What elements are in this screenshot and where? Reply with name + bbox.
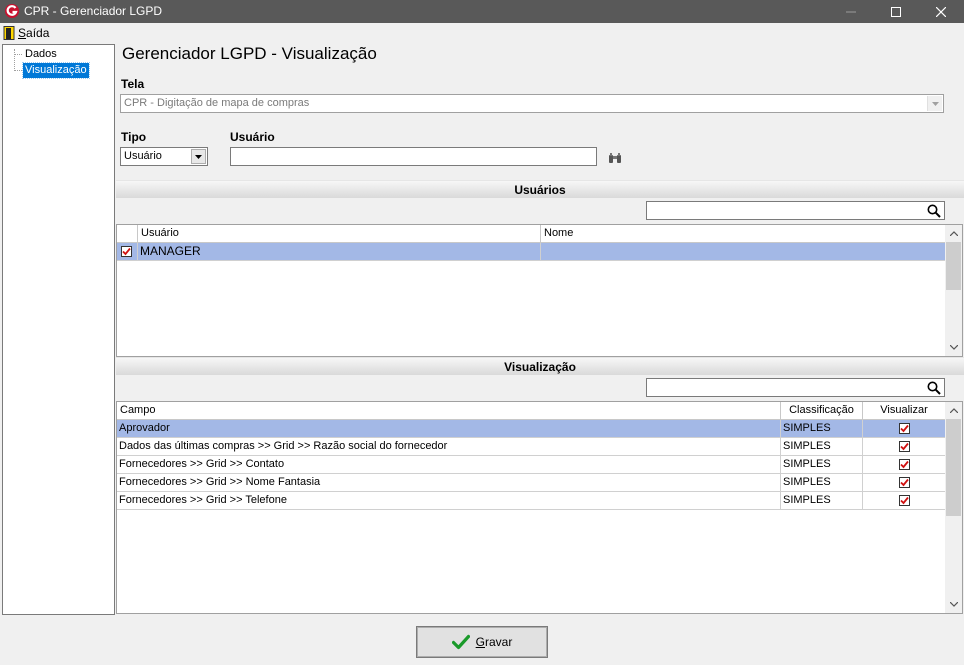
visualizacao-grid[interactable]: Campo Classificação Visualizar Aprovador… bbox=[116, 401, 963, 614]
table-row[interactable]: Aprovador SIMPLES bbox=[117, 420, 946, 438]
checkmark-icon bbox=[899, 460, 909, 469]
close-button[interactable] bbox=[918, 0, 964, 23]
cell-visualizar[interactable] bbox=[863, 474, 946, 492]
visualizacao-search-input[interactable] bbox=[646, 378, 945, 397]
checkmark-icon bbox=[899, 424, 909, 433]
cell-usuario: MANAGER bbox=[138, 243, 541, 261]
scroll-thumb[interactable] bbox=[946, 242, 961, 290]
window-title: CPR - Gerenciador LGPD bbox=[24, 4, 163, 18]
chevron-down-icon bbox=[931, 101, 939, 106]
tipo-select[interactable]: Usuário bbox=[120, 147, 208, 166]
cell-campo: Dados das últimas compras >> Grid >> Raz… bbox=[117, 438, 781, 456]
column-header-nome[interactable]: Nome bbox=[541, 225, 946, 243]
visualizar-checkbox[interactable] bbox=[898, 477, 910, 488]
usuarios-search-input[interactable] bbox=[646, 201, 945, 220]
cell-visualizar[interactable] bbox=[863, 438, 946, 456]
scroll-thumb[interactable] bbox=[946, 419, 961, 516]
tela-select-value: CPR - Digitação de mapa de compras bbox=[124, 97, 310, 109]
binoculars-search-icon[interactable] bbox=[608, 152, 622, 164]
close-icon bbox=[936, 6, 946, 17]
tree-item-dados[interactable]: Dados bbox=[23, 47, 59, 62]
menu-saida-label: Saída bbox=[18, 26, 50, 40]
tree-connector bbox=[14, 49, 15, 71]
table-row[interactable]: Fornecedores >> Grid >> Contato SIMPLES bbox=[117, 456, 946, 474]
tipo-label: Tipo bbox=[121, 130, 147, 144]
checkmark-icon bbox=[899, 496, 909, 505]
app-logo-icon bbox=[5, 4, 19, 18]
cell-classificacao: SIMPLES bbox=[781, 492, 863, 510]
chevron-down-icon bbox=[949, 345, 958, 350]
cell-visualizar[interactable] bbox=[863, 492, 946, 510]
table-row[interactable]: Fornecedores >> Grid >> Nome Fantasia SIM… bbox=[117, 474, 946, 492]
usuarios-section-header: Usuários bbox=[116, 180, 964, 198]
checkmark-icon bbox=[899, 442, 909, 451]
cell-classificacao: SIMPLES bbox=[781, 420, 863, 438]
tipo-select-value: Usuário bbox=[124, 150, 162, 162]
cell-classificacao: SIMPLES bbox=[781, 474, 863, 492]
minimize-button[interactable] bbox=[828, 0, 874, 23]
navigation-tree: Dados Visualização bbox=[2, 44, 115, 615]
usuarios-grid[interactable]: Usuário Nome MANAGER bbox=[116, 224, 963, 357]
checkmark-icon bbox=[899, 478, 909, 487]
menu-saida[interactable]: Saída bbox=[3, 25, 49, 41]
menu-bar: Saída bbox=[0, 23, 964, 43]
cell-nome bbox=[541, 243, 946, 261]
tree-connector bbox=[14, 70, 22, 71]
save-button[interactable]: Gravar bbox=[416, 626, 548, 658]
cell-campo: Fornecedores >> Grid >> Contato bbox=[117, 456, 781, 474]
save-button-label: Gravar bbox=[475, 635, 513, 649]
chevron-down-icon bbox=[195, 154, 202, 159]
minimize-icon bbox=[846, 11, 856, 12]
scroll-down-button[interactable] bbox=[945, 596, 962, 613]
visualizar-checkbox[interactable] bbox=[898, 423, 910, 434]
search-icon[interactable] bbox=[927, 204, 941, 218]
chevron-up-icon bbox=[949, 408, 958, 413]
row-checkbox[interactable] bbox=[121, 246, 132, 257]
visualizar-checkbox[interactable] bbox=[898, 459, 910, 470]
cell-campo: Fornecedores >> Grid >> Nome Fantasia bbox=[117, 474, 781, 492]
column-header-campo[interactable]: Campo bbox=[117, 402, 781, 420]
search-icon[interactable] bbox=[927, 381, 941, 395]
checkmark-icon bbox=[451, 634, 470, 650]
tela-select[interactable]: CPR - Digitação de mapa de compras bbox=[120, 94, 944, 113]
tipo-dropdown-button[interactable] bbox=[191, 149, 206, 164]
column-header-visualizar[interactable]: Visualizar bbox=[863, 402, 946, 420]
chevron-up-icon bbox=[949, 231, 958, 236]
table-row[interactable]: Fornecedores >> Grid >> Telefone SIMPLES bbox=[117, 492, 946, 510]
cell-visualizar[interactable] bbox=[863, 456, 946, 474]
cell-campo: Aprovador bbox=[117, 420, 781, 438]
usuario-label: Usuário bbox=[230, 130, 275, 144]
column-header-usuario[interactable]: Usuário bbox=[138, 225, 541, 243]
usuario-input[interactable] bbox=[230, 147, 597, 166]
title-bar: CPR - Gerenciador LGPD bbox=[0, 0, 964, 23]
column-header-check bbox=[117, 225, 138, 243]
cell-classificacao: SIMPLES bbox=[781, 456, 863, 474]
tree-connector bbox=[14, 54, 22, 55]
visualizacao-scrollbar[interactable] bbox=[945, 402, 962, 613]
visualizacao-section-header: Visualização bbox=[116, 357, 964, 375]
chevron-down-icon bbox=[949, 602, 958, 607]
table-row[interactable]: MANAGER bbox=[117, 243, 946, 261]
cell-visualizar[interactable] bbox=[863, 420, 946, 438]
tree-item-visualizacao[interactable]: Visualização bbox=[22, 62, 90, 79]
maximize-button[interactable] bbox=[873, 0, 919, 23]
scroll-down-button[interactable] bbox=[945, 339, 962, 356]
visualizar-checkbox[interactable] bbox=[898, 441, 910, 452]
page-title: Gerenciador LGPD - Visualização bbox=[122, 44, 377, 63]
tela-dropdown-button[interactable] bbox=[927, 96, 942, 111]
column-header-classificacao[interactable]: Classificação bbox=[781, 402, 863, 420]
usuarios-scrollbar[interactable] bbox=[945, 225, 962, 356]
table-row[interactable]: Dados das últimas compras >> Grid >> Raz… bbox=[117, 438, 946, 456]
visualizar-checkbox[interactable] bbox=[898, 495, 910, 506]
checkmark-icon bbox=[122, 247, 131, 256]
maximize-icon bbox=[891, 6, 901, 17]
exit-door-icon bbox=[3, 26, 15, 40]
row-checkbox-cell[interactable] bbox=[117, 243, 138, 261]
cell-classificacao: SIMPLES bbox=[781, 438, 863, 456]
cell-campo: Fornecedores >> Grid >> Telefone bbox=[117, 492, 781, 510]
tela-label: Tela bbox=[121, 77, 145, 91]
scroll-up-button[interactable] bbox=[945, 402, 962, 419]
scroll-up-button[interactable] bbox=[945, 225, 962, 242]
